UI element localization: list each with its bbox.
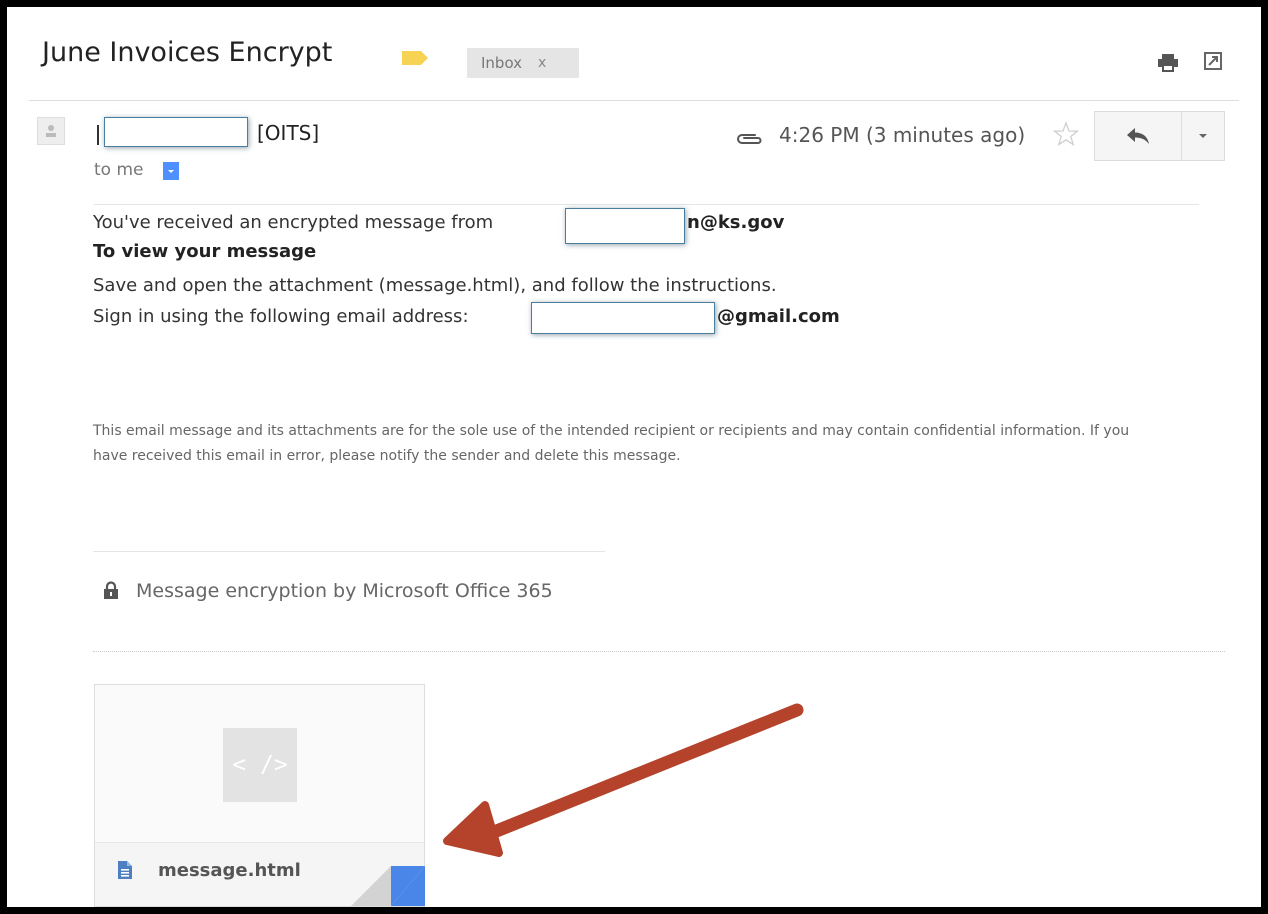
email-view: June Invoices Encrypt Inbox x [OITS] to … [7,7,1261,907]
annotation-arrow [443,703,804,857]
